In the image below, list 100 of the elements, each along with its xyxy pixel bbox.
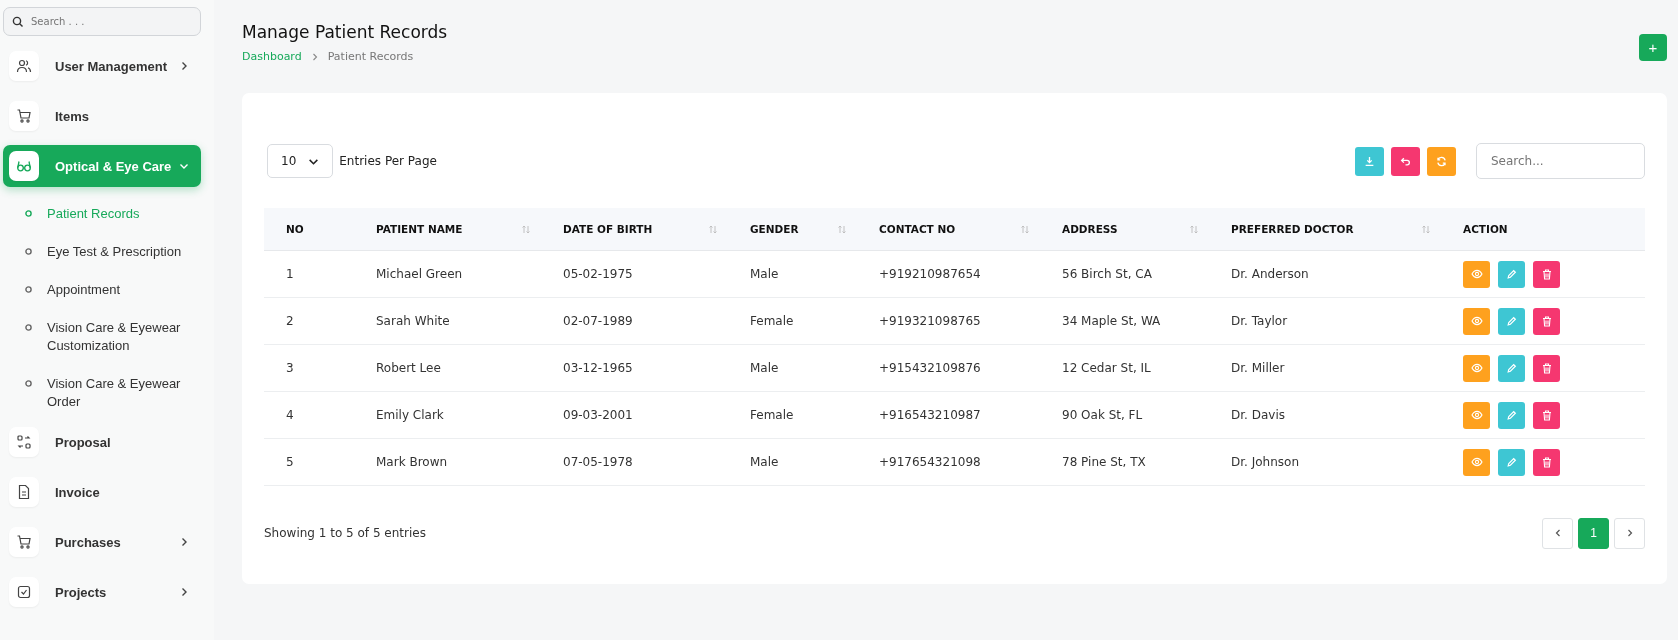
eye-icon <box>1470 269 1483 279</box>
table-cell: 78 Pine St, TX <box>1062 455 1146 469</box>
menu-label: Items <box>55 108 90 124</box>
bullet-icon <box>25 248 32 255</box>
table-cell: 3 <box>286 361 294 375</box>
submenu-label: Vision Care & Eyewear Order <box>47 375 182 411</box>
table-cell: Robert Lee <box>376 361 441 375</box>
table-cell: 56 Birch St, CA <box>1062 267 1152 281</box>
bullet-icon <box>25 324 32 331</box>
table-cell: Male <box>750 361 779 375</box>
pencil-icon <box>1506 362 1517 374</box>
table-cell: +916543210987 <box>879 408 981 422</box>
delete-button[interactable] <box>1533 354 1560 382</box>
chevron-right-icon <box>1625 529 1634 537</box>
trash-icon <box>1541 268 1552 280</box>
refresh-button[interactable] <box>1427 146 1456 176</box>
table-cell: 07-05-1978 <box>563 455 633 469</box>
submenu-label: Eye Test & Prescription <box>47 243 182 261</box>
cart-icon <box>16 534 32 550</box>
view-button[interactable] <box>1463 354 1490 382</box>
download-icon <box>1364 155 1375 167</box>
breadcrumb-current: Patient Records <box>327 50 414 63</box>
download-button[interactable] <box>1355 146 1384 176</box>
sort-icon[interactable] <box>521 224 531 234</box>
delete-button[interactable] <box>1533 401 1560 429</box>
sidebar-menu-item[interactable]: User Management <box>3 45 201 87</box>
entries-label: Entries Per Page <box>339 154 437 168</box>
edit-button[interactable] <box>1498 448 1525 476</box>
pencil-icon <box>1506 315 1517 327</box>
submenu-item[interactable]: Appointment <box>3 271 201 309</box>
eye-icon <box>1470 363 1483 373</box>
sidebar-menu-item[interactable]: Invoice <box>3 471 201 513</box>
sort-icon[interactable] <box>1020 224 1030 234</box>
submenu-label: Patient Records <box>47 205 140 223</box>
bullet-icon <box>25 210 32 217</box>
table-cell: 1 <box>286 267 294 281</box>
column-header: PREFERRED DOCTOR <box>1231 223 1354 235</box>
table-cell: Dr. Johnson <box>1231 455 1299 469</box>
sort-icon[interactable] <box>1421 224 1431 234</box>
sort-icon[interactable] <box>708 224 718 234</box>
column-header: GENDER <box>750 223 799 235</box>
edit-button[interactable] <box>1498 307 1525 335</box>
swap-icon <box>16 434 32 450</box>
view-button[interactable] <box>1463 260 1490 288</box>
view-button[interactable] <box>1463 448 1490 476</box>
column-header: CONTACT NO <box>879 223 956 235</box>
table-cell: 34 Maple St, WA <box>1062 314 1161 328</box>
bullet-icon <box>25 286 32 293</box>
next-page-button[interactable] <box>1614 517 1645 549</box>
eye-icon <box>1470 316 1483 326</box>
column-header: NO <box>286 223 304 235</box>
table-cell: Dr. Taylor <box>1231 314 1288 328</box>
column-header: ACTION <box>1463 223 1508 235</box>
trash-icon <box>1541 315 1552 327</box>
previous-page-button[interactable] <box>1542 517 1573 549</box>
chevron-left-icon <box>1553 529 1562 537</box>
table-cell: +919210987654 <box>879 267 981 281</box>
edit-button[interactable] <box>1498 354 1525 382</box>
sidebar-menu-item[interactable]: Purchases <box>3 521 201 563</box>
view-button[interactable] <box>1463 307 1490 335</box>
edit-button[interactable] <box>1498 260 1525 288</box>
table-search-field[interactable]: Search... <box>1476 143 1645 179</box>
view-button[interactable] <box>1463 401 1490 429</box>
sidebar-search-field[interactable]: Search . . . <box>3 7 201 36</box>
delete-button[interactable] <box>1533 260 1560 288</box>
trash-icon <box>1541 456 1552 468</box>
table-cell: Male <box>750 267 779 281</box>
submenu-label: Appointment <box>47 281 120 299</box>
table-cell: 90 Oak St, FL <box>1062 408 1143 422</box>
table-cell: Dr. Miller <box>1231 361 1285 375</box>
table-cell: 12 Cedar St, IL <box>1062 361 1151 375</box>
sort-icon[interactable] <box>837 224 847 234</box>
column-header: PATIENT NAME <box>376 223 463 235</box>
edit-button[interactable] <box>1498 401 1525 429</box>
menu-label: Purchases <box>55 534 122 550</box>
users-icon <box>16 58 32 74</box>
document-icon <box>16 484 32 500</box>
bullet-icon <box>25 380 32 387</box>
table-cell: Dr. Anderson <box>1231 267 1309 281</box>
table-cell: Female <box>750 408 794 422</box>
sidebar-menu-item[interactable]: Proposal <box>3 421 201 463</box>
menu-label: Proposal <box>55 434 112 450</box>
submenu-item[interactable]: Eye Test & Prescription <box>3 233 201 271</box>
undo-button[interactable] <box>1391 146 1420 176</box>
delete-button[interactable] <box>1533 307 1560 335</box>
sidebar-menu-item[interactable]: Projects <box>3 571 201 613</box>
refresh-icon <box>1436 155 1447 167</box>
submenu-item[interactable]: Vision Care & Eyewear Customization <box>3 309 201 365</box>
sidebar-menu-item[interactable]: Items <box>3 95 201 137</box>
delete-button[interactable] <box>1533 448 1560 476</box>
table-cell: Male <box>750 455 779 469</box>
entries-summary: Showing 1 to 5 of 5 entries <box>264 526 426 540</box>
table-cell: 02-07-1989 <box>563 314 633 328</box>
column-header: DATE OF BIRTH <box>563 223 653 235</box>
submenu-item[interactable]: Vision Care & Eyewear Order <box>3 365 201 421</box>
menu-label: Invoice <box>55 484 101 500</box>
table-cell: 2 <box>286 314 294 328</box>
entries-dropdown[interactable]: 10 <box>267 144 334 178</box>
trash-icon <box>1541 409 1552 421</box>
sort-icon[interactable] <box>1189 224 1199 234</box>
